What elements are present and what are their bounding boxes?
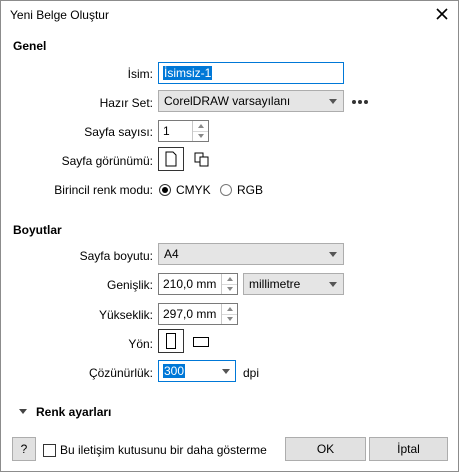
portrait-orientation-icon <box>166 333 176 349</box>
chevron-down-icon <box>329 282 337 287</box>
landscape-orientation-icon <box>193 337 209 347</box>
chevron-down-icon <box>226 287 233 292</box>
dont-show-checkbox[interactable] <box>43 443 56 457</box>
landscape-button[interactable] <box>188 329 214 353</box>
ok-button[interactable]: OK <box>285 437 366 461</box>
expand-triangle-icon <box>19 409 27 414</box>
name-input[interactable]: İsimsiz-1 <box>158 62 344 84</box>
help-button[interactable]: ? <box>12 437 36 461</box>
single-page-view-button[interactable] <box>158 147 184 171</box>
chevron-up-icon <box>226 306 233 311</box>
multi-page-view-icon <box>194 152 209 167</box>
radio-cmyk[interactable] <box>159 184 171 196</box>
preset-select[interactable]: CorelDRAW varsayılanı <box>158 90 344 112</box>
orientation-label: Yön: <box>128 337 153 351</box>
width-decrement[interactable] <box>222 285 237 295</box>
name-label: İsim: <box>127 67 153 81</box>
height-decrement[interactable] <box>222 315 237 325</box>
resolution-label: Çözünürlük: <box>88 366 153 380</box>
chevron-down-icon <box>222 368 230 374</box>
height-stepper[interactable]: 297,0 mm <box>158 303 238 325</box>
single-page-view-icon <box>165 151 177 167</box>
color-mode-cmyk-label: CMYK <box>176 183 211 197</box>
height-label: Yükseklik: <box>98 308 153 322</box>
resolution-value: 300 <box>163 364 186 378</box>
width-spinner[interactable] <box>221 274 237 294</box>
new-document-dialog: Yeni Belge Oluştur Genel İsim: İsimsiz-1… <box>0 0 459 472</box>
preset-select-value: CorelDRAW varsayılanı <box>164 94 291 108</box>
cancel-button[interactable]: İptal <box>369 437 448 461</box>
pages-stepper[interactable]: 1 <box>158 120 209 142</box>
page-size-value: A4 <box>164 247 179 261</box>
name-input-value: İsimsiz-1 <box>163 66 213 80</box>
close-icon <box>436 8 448 20</box>
pages-value: 1 <box>163 124 170 138</box>
height-value: 297,0 mm <box>163 307 217 321</box>
height-increment[interactable] <box>222 304 237 315</box>
multi-page-view-button[interactable] <box>188 147 214 171</box>
dialog-title: Yeni Belge Oluştur <box>10 8 109 22</box>
page-size-label: Sayfa boyutu: <box>79 249 153 263</box>
dont-show-label: Bu iletişim kutusunu bir daha gösterme <box>60 443 267 457</box>
color-mode-label: Birincil renk modu: <box>54 183 153 197</box>
portrait-button[interactable] <box>158 329 184 353</box>
pages-increment[interactable] <box>193 121 208 132</box>
chevron-down-icon <box>329 252 337 257</box>
width-increment[interactable] <box>222 274 237 285</box>
radio-rgb[interactable] <box>220 184 232 196</box>
chevron-down-icon <box>226 317 233 322</box>
chevron-up-icon <box>197 123 204 128</box>
pages-spinner[interactable] <box>192 121 208 141</box>
unit-select[interactable]: millimetre <box>243 273 344 295</box>
height-spinner[interactable] <box>221 304 237 324</box>
preset-label: Hazır Set: <box>99 96 153 110</box>
resolution-unit: dpi <box>243 366 260 380</box>
color-settings-label: Renk ayarları <box>36 405 112 419</box>
width-stepper[interactable]: 210,0 mm <box>158 273 238 295</box>
more-options-button[interactable] <box>350 93 372 109</box>
color-settings-toggle[interactable]: Renk ayarları <box>19 405 111 419</box>
page-size-select[interactable]: A4 <box>158 243 344 265</box>
pages-label: Sayfa sayısı: <box>84 125 153 139</box>
color-mode-rgb-option[interactable]: RGB <box>220 183 263 197</box>
page-view-label: Sayfa görünümü: <box>61 154 153 168</box>
unit-value: millimetre <box>249 277 301 291</box>
dont-show-option[interactable]: Bu iletişim kutusunu bir daha gösterme <box>43 443 267 457</box>
chevron-up-icon <box>226 276 233 281</box>
resolution-dropdown-button[interactable] <box>217 361 235 381</box>
width-value: 210,0 mm <box>163 277 217 291</box>
pages-decrement[interactable] <box>193 132 208 142</box>
general-section-title: Genel <box>13 39 47 53</box>
resolution-combobox[interactable]: 300 <box>158 360 236 382</box>
close-button[interactable] <box>431 3 453 25</box>
width-label: Genişlik: <box>106 278 153 292</box>
color-mode-rgb-label: RGB <box>237 183 264 197</box>
chevron-down-icon <box>329 99 337 104</box>
color-mode-cmyk-option[interactable]: CMYK <box>159 183 211 197</box>
chevron-down-icon <box>197 134 204 139</box>
more-options-icon <box>352 100 368 104</box>
dimensions-section-title: Boyutlar <box>13 223 62 237</box>
